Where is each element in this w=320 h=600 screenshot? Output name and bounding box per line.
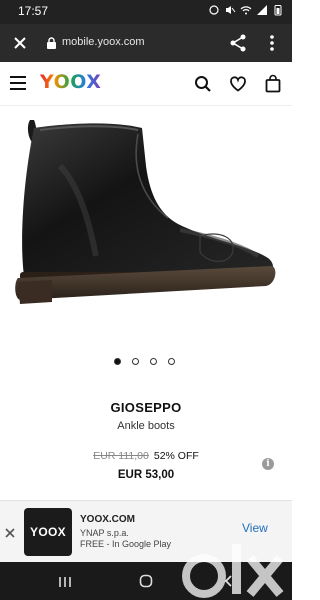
- carousel-dot[interactable]: [150, 358, 157, 365]
- app-publisher: YNAP s.p.a.: [80, 528, 129, 538]
- more-options-icon[interactable]: [266, 33, 278, 53]
- original-price: EUR 111,00: [93, 450, 149, 462]
- ankle-boot-illustration: [15, 120, 276, 304]
- discount-badge: 52% OFF: [153, 450, 199, 462]
- site-header: YOOX: [0, 62, 292, 106]
- url-text[interactable]: mobile.yoox.com: [62, 36, 145, 48]
- carousel-dot[interactable]: [114, 358, 121, 365]
- browser-bar: mobile.yoox.com: [0, 24, 292, 62]
- samsung-icon: [208, 4, 220, 16]
- status-bar: 17:57: [0, 0, 292, 24]
- price-row: EUR 111,00 52% OFF: [0, 450, 292, 462]
- mute-icon: [224, 4, 236, 16]
- carousel-dot[interactable]: [168, 358, 175, 365]
- product-image[interactable]: [0, 106, 292, 346]
- olx-watermark-logo: [182, 544, 284, 598]
- search-icon[interactable]: [194, 75, 212, 93]
- home-icon[interactable]: [139, 574, 153, 588]
- image-carousel-dots: [114, 358, 175, 365]
- share-icon[interactable]: [228, 33, 248, 53]
- product-category: Ankle boots: [117, 420, 175, 432]
- sale-price: EUR 53,00: [117, 469, 175, 481]
- lock-icon: [47, 37, 56, 49]
- app-logo: YOOX: [24, 508, 72, 556]
- yoox-logo[interactable]: YOOX: [40, 71, 101, 93]
- status-icons: [208, 4, 284, 16]
- wishlist-heart-icon[interactable]: [229, 75, 247, 93]
- close-banner-icon[interactable]: [4, 527, 16, 539]
- hamburger-menu-icon[interactable]: [10, 76, 26, 90]
- recent-apps-icon[interactable]: [58, 576, 72, 588]
- wifi-icon: [240, 4, 252, 16]
- app-title: YOOX.COM: [80, 514, 136, 525]
- product-brand[interactable]: GIOSEPPO: [0, 400, 292, 415]
- status-time: 17:57: [18, 4, 49, 18]
- battery-icon: [272, 4, 284, 16]
- close-icon[interactable]: [10, 33, 30, 53]
- app-availability: FREE - In Google Play: [80, 539, 172, 549]
- carousel-dot[interactable]: [132, 358, 139, 365]
- signal-icon: [256, 4, 268, 16]
- shopping-bag-icon[interactable]: [265, 74, 281, 93]
